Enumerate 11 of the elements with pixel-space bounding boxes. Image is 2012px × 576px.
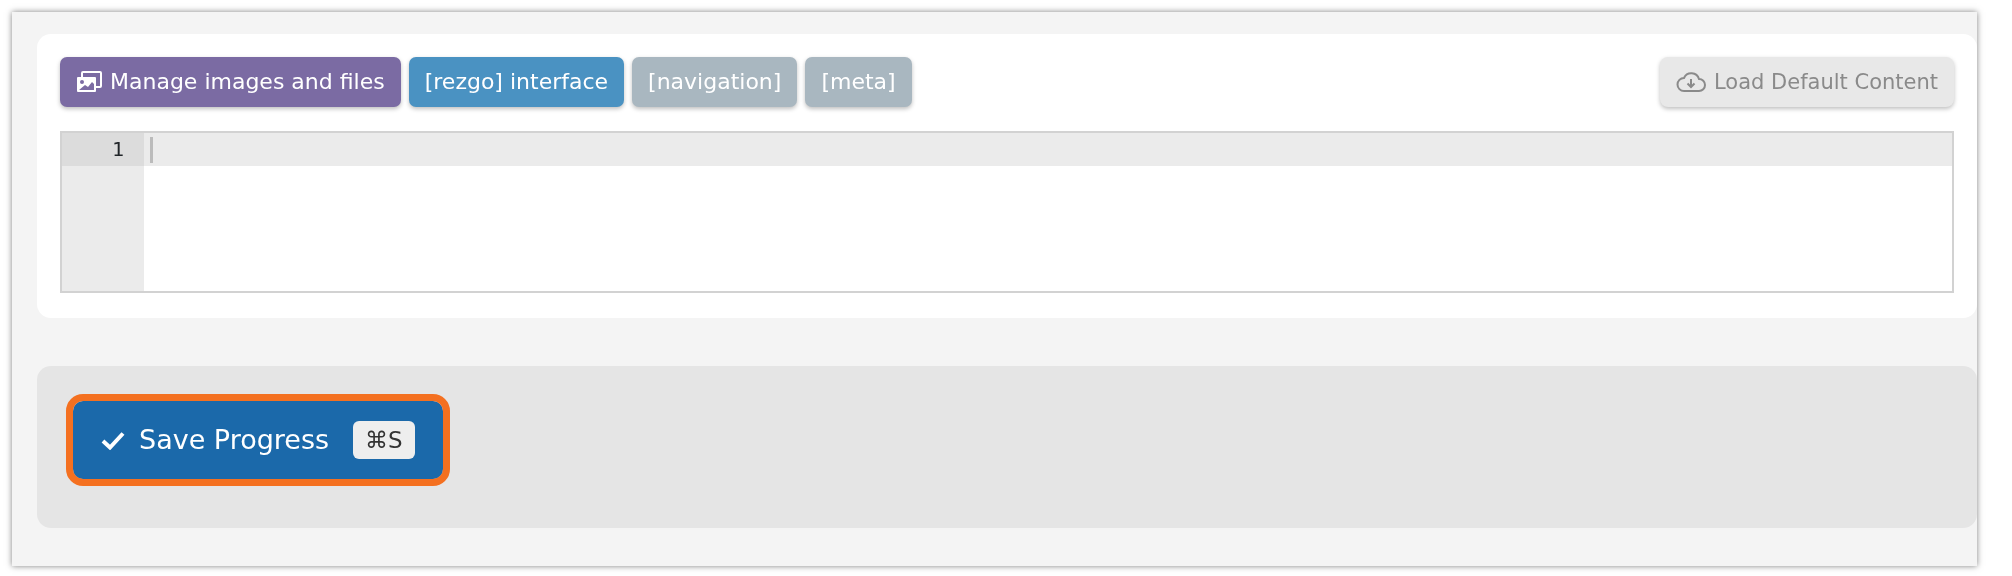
toolbar-button[interactable]: [navigation] [632, 57, 798, 107]
toolbar-button[interactable]: Manage images and files [60, 57, 401, 107]
keyboard-shortcut: ⌘S [353, 420, 415, 460]
load-default-content-button[interactable]: Load Default Content [1660, 57, 1954, 107]
toolbar-button[interactable]: [rezgo] interface [408, 57, 625, 107]
toolbar-button[interactable]: [meta] [805, 57, 912, 107]
cloud-download-icon [1676, 71, 1706, 93]
check-icon [101, 430, 125, 450]
line-number: 1 [62, 133, 144, 166]
text-cursor [150, 136, 153, 163]
images-icon [76, 71, 102, 93]
